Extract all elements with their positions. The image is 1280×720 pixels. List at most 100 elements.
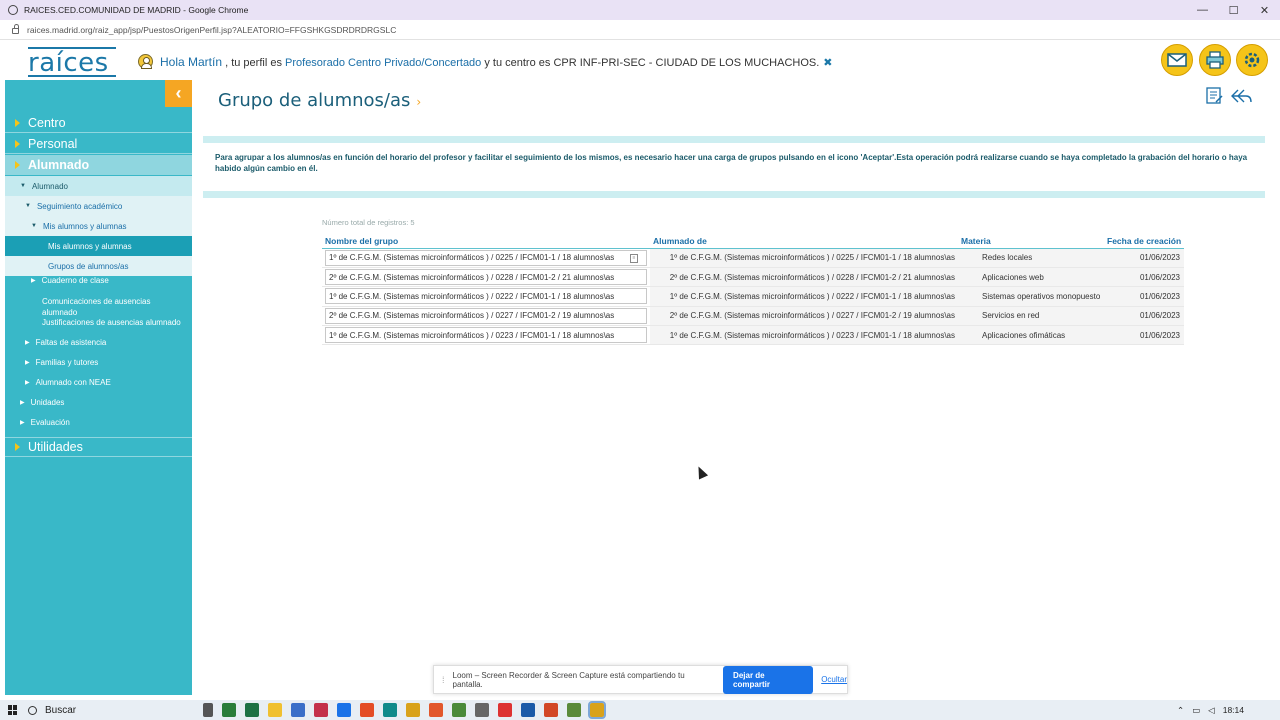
printer-icon[interactable] [1199, 44, 1231, 76]
table-row[interactable]: 1º de C.F.G.M. (Sistemas microinformátic… [322, 248, 1184, 268]
group-name-field[interactable]: 1º de C.F.G.M. (Sistemas microinformátic… [325, 249, 647, 266]
minimize-button[interactable]: — [1187, 0, 1218, 20]
sidebar-item-personal[interactable]: Personal [5, 134, 192, 154]
calculator-icon[interactable] [474, 703, 489, 717]
sidebar-sub-justificaciones[interactable]: Justificaciones de ausencias alumnado [5, 318, 192, 327]
sidebar-sub-comunicaciones[interactable]: Comunicaciones de ausencias alumnado [5, 295, 192, 319]
task-view-icon[interactable] [202, 703, 213, 717]
table-row[interactable]: 2º de C.F.G.M. (Sistemas microinformátic… [322, 306, 1184, 327]
cell-nombre: 2º de C.F.G.M. (Sistemas microinformátic… [322, 306, 650, 327]
column-header-fecha[interactable]: Fecha de creación [1104, 234, 1184, 249]
sidebar-sub-label: alumnado [42, 308, 78, 317]
cell-fecha: 01/06/2023 [1104, 248, 1184, 268]
app-icon-snip[interactable] [566, 703, 581, 717]
table-row[interactable]: 1º de C.F.G.M. (Sistemas microinformátic… [322, 325, 1184, 346]
sidebar-item-centro[interactable]: Centro [5, 113, 192, 133]
sidebar-sub-label: Mis alumnos y alumnas [42, 221, 127, 231]
maximize-button[interactable]: ☐ [1218, 0, 1249, 20]
table-row[interactable]: 2º de C.F.G.M. (Sistemas microinformátic… [322, 267, 1184, 288]
volume-icon[interactable]: ◁ [1208, 705, 1215, 716]
word-icon[interactable] [336, 703, 351, 717]
cell-alumnado: 1º de C.F.G.M. (Sistemas microinformátic… [650, 286, 958, 307]
sidebar-sub-label: Mis alumnos y alumnas [48, 241, 132, 251]
detail-icon[interactable]: ≡ [630, 253, 638, 263]
taskbar-search[interactable]: Buscar [28, 705, 198, 716]
stop-sharing-button[interactable]: Dejar de compartir [723, 665, 814, 694]
sidebar-sub-alumnado[interactable]: ▼ Alumnado [5, 176, 192, 196]
group-name-field[interactable]: 1º de C.F.G.M. (Sistemas microinformátic… [325, 327, 647, 344]
address-bar[interactable]: raices.madrid.org/raiz_app/jsp/PuestosOr… [0, 20, 1280, 40]
sidebar-sub-familias[interactable]: ▶ Familias y tutores [5, 358, 192, 367]
sidebar-sub-seguimiento[interactable]: ▼ Seguimiento académico [5, 196, 192, 216]
office-icon[interactable] [543, 703, 558, 717]
logo-text: raíces [28, 48, 109, 78]
windows-start-icon[interactable] [8, 705, 18, 715]
column-header-nombre[interactable]: Nombre del grupo [322, 234, 650, 249]
drag-handle-icon[interactable]: ⁞ [442, 675, 445, 685]
caret-right-icon: ▶ [25, 340, 30, 346]
caret-right-icon: ▶ [25, 360, 30, 366]
caret-right-icon [15, 118, 20, 127]
mail-app-icon[interactable] [520, 703, 535, 717]
sidebar-sub-mis-alumnos[interactable]: ▼ Mis alumnos y alumnas [5, 216, 192, 236]
tray-up-icon[interactable]: ⌃ [1177, 705, 1184, 716]
caret-right-icon [15, 443, 20, 451]
opera-icon[interactable] [497, 703, 512, 717]
sidebar-item-utilidades[interactable]: Utilidades [5, 437, 192, 457]
file-explorer-icon[interactable] [267, 703, 282, 717]
group-name-field[interactable]: 2º de C.F.G.M. (Sistemas microinformátic… [325, 307, 647, 324]
group-name-text: 2º de C.F.G.M. (Sistemas microinformátic… [329, 311, 615, 321]
caret-right-icon: ▶ [31, 278, 36, 284]
mail-icon[interactable] [1161, 44, 1193, 76]
sidebar-sub-label: Evaluación [30, 418, 70, 427]
collapse-sidebar-button[interactable]: ‹ [165, 80, 192, 107]
group-name-field[interactable]: 1º de C.F.G.M. (Sistemas microinformátic… [325, 288, 647, 305]
cell-alumnado: 2º de C.F.G.M. (Sistemas microinformátic… [650, 267, 958, 288]
powerpoint-icon[interactable] [359, 703, 374, 717]
sidebar-sub-cuaderno[interactable]: ▶ Cuaderno de clase [5, 276, 192, 285]
sidebar-sub-label: Faltas de asistencia [35, 338, 107, 347]
group-name-text: 2º de C.F.G.M. (Sistemas microinformátic… [329, 272, 615, 282]
sidebar-sub-label: Alumnado [31, 181, 68, 191]
sidebar-sub-faltas[interactable]: ▶ Faltas de asistencia [5, 338, 192, 347]
back-icon[interactable] [1230, 87, 1252, 105]
close-window-button[interactable]: ✕ [1249, 0, 1280, 20]
chrome-icon[interactable] [405, 703, 420, 717]
chrome-active-icon[interactable] [587, 701, 606, 719]
sidebar-sub-label: Justificaciones de ausencias alumnado [42, 318, 181, 327]
sidebar-sub-neae[interactable]: ▶ Alumnado con NEAE [5, 378, 192, 387]
group-name-text: 1º de C.F.G.M. (Sistemas microinformátic… [329, 330, 615, 340]
close-profile-icon[interactable]: ✖ [823, 57, 832, 69]
clock[interactable]: 18:14 [1223, 705, 1244, 715]
user-icon [138, 54, 153, 69]
table-row[interactable]: 1º de C.F.G.M. (Sistemas microinformátic… [322, 286, 1184, 307]
sidebar-sub-evaluacion[interactable]: ▶ Evaluación [5, 418, 192, 427]
cell-nombre: 1º de C.F.G.M. (Sistemas microinformátic… [322, 248, 650, 268]
network-icon[interactable]: ▭ [1192, 705, 1200, 716]
url-text[interactable]: raices.madrid.org/raiz_app/jsp/PuestosOr… [27, 25, 396, 35]
firefox-icon[interactable] [428, 703, 443, 717]
app-icon-green[interactable] [451, 703, 466, 717]
perfil-link[interactable]: Profesorado Centro Privado/Concertado [285, 57, 481, 69]
hide-link[interactable]: Ocultar [821, 675, 847, 684]
group-name-field[interactable]: 2º de C.F.G.M. (Sistemas microinformátic… [325, 269, 647, 286]
sidebar-sub-grupos[interactable]: Grupos de alumnos/as [5, 256, 192, 276]
record-count: Número total de registros: 5 [322, 218, 415, 227]
caret-right-icon [15, 160, 20, 169]
sidebar-sub-mis-alumnos-leaf[interactable]: Mis alumnos y alumnas [5, 236, 192, 256]
access-icon[interactable] [313, 703, 328, 717]
settings-icon[interactable] [1236, 44, 1268, 76]
raices-logo[interactable]: raíces [28, 42, 116, 78]
save-icon[interactable] [1205, 87, 1225, 105]
column-header-materia[interactable]: Materia [958, 234, 1104, 249]
app-icon-store[interactable] [221, 703, 236, 717]
app-icon-remote[interactable] [290, 703, 305, 717]
edge-icon[interactable] [382, 703, 397, 717]
column-header-alumnado[interactable]: Alumnado de [650, 234, 958, 249]
excel-icon[interactable] [244, 703, 259, 717]
sidebar-item-label: Alumnado [28, 157, 90, 172]
chevron-right-icon: › [416, 95, 422, 109]
sidebar-sub-unidades[interactable]: ▶ Unidades [5, 398, 192, 407]
chrome-favicon-icon [8, 5, 18, 15]
sidebar-item-alumnado[interactable]: Alumnado [5, 155, 192, 175]
